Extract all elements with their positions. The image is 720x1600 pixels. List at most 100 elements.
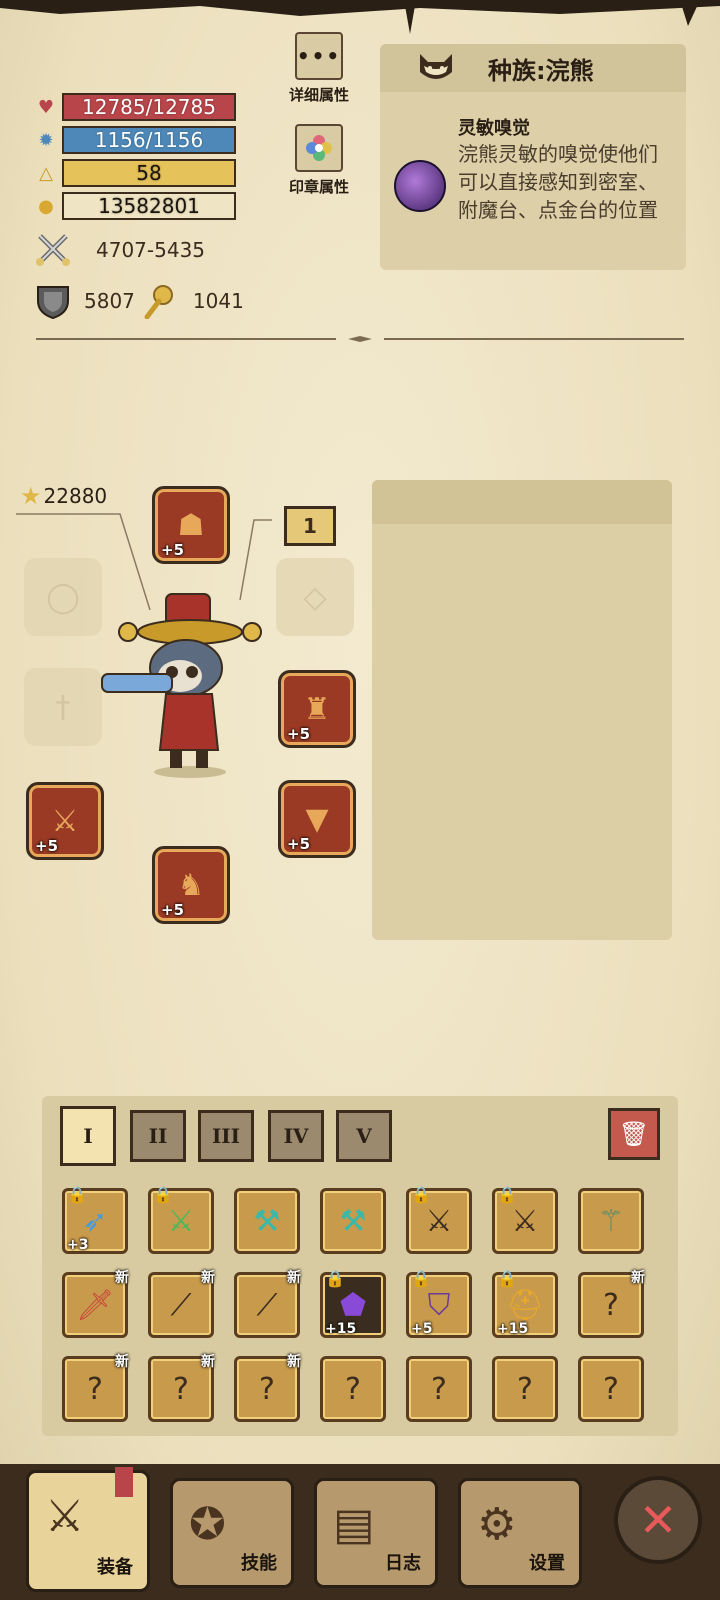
item-info-panel <box>372 480 672 940</box>
tab-bag-3-label: III <box>211 1124 241 1148</box>
attack-value: 4707-5435 <box>96 238 206 262</box>
inventory-panel: I II III IV V 🗑 ➶ 🔒 +3 ⚔ 🔒 ⚒ ⚒ ⚔ 🔒 ⚔ 🔒 ⚚… <box>42 1096 678 1436</box>
section-divider <box>36 336 684 342</box>
inventory-item[interactable]: ? 新 <box>234 1354 301 1422</box>
lock-icon: 🔒 <box>153 1185 173 1204</box>
inventory-item[interactable]: ➶ 🔒 +3 <box>62 1185 128 1254</box>
inventory-item[interactable]: ⚔ 🔒 <box>406 1185 472 1254</box>
nav-log[interactable]: ▤ 日志 <box>314 1478 438 1588</box>
detail-attributes-label: 详细属性 <box>288 86 349 104</box>
inventory-item[interactable]: ⛑ 🔒 +15 <box>492 1269 558 1338</box>
inventory-item[interactable]: ⚚ <box>578 1188 644 1254</box>
more-dots-icon: ••• <box>295 32 343 80</box>
nav-skills[interactable]: ✪ 技能 <box>170 1478 294 1588</box>
weapon-slot[interactable]: ⚔ +5 <box>26 782 104 860</box>
ring-slot[interactable]: ◯ <box>24 558 102 636</box>
gold-value: 13582801 <box>98 194 200 218</box>
level-bar: 58 <box>62 159 236 187</box>
tab-bag-2[interactable]: II <box>130 1110 186 1162</box>
mp-bar: 1156/1156 <box>62 126 236 154</box>
inventory-item[interactable]: ? <box>492 1356 558 1422</box>
inventory-item[interactable]: ⚒ <box>320 1188 386 1254</box>
nav-settings[interactable]: ⚙ 设置 <box>458 1478 582 1588</box>
legs-slot[interactable]: ▼ +5 <box>278 780 356 858</box>
inventory-item[interactable]: ⟋ 新 <box>234 1270 301 1338</box>
helmet-slot[interactable]: ☗ +5 <box>152 486 230 564</box>
heart-icon: ♥ <box>37 96 55 118</box>
raccoon-head-icon <box>420 54 452 79</box>
nav-equipment-label: 装备 <box>97 1557 133 1578</box>
inventory-item[interactable]: ? 新 <box>62 1354 129 1422</box>
tab-bag-3[interactable]: III <box>198 1110 254 1162</box>
inventory-item[interactable]: ⚒ <box>234 1188 300 1254</box>
helmet-enhance: +5 <box>161 541 185 559</box>
lock-icon: 🔒 <box>325 1269 345 1288</box>
tab-bag-4[interactable]: IV <box>268 1110 324 1162</box>
close-button[interactable]: ✕ <box>614 1476 702 1564</box>
item-enhance: +5 <box>411 1321 433 1337</box>
boots-slot[interactable]: ♞ +5 <box>152 846 230 924</box>
race-panel: 种族:浣熊 灵敏嗅觉 浣熊灵敏的嗅觉使他们可以直接感知到密室、附魔台、点金台的位… <box>380 44 686 270</box>
nav-settings-label: 设置 <box>529 1553 565 1574</box>
tab-bag-2-label: II <box>148 1124 168 1148</box>
inventory-item[interactable]: ? <box>578 1356 644 1422</box>
inventory-item[interactable]: ⬟ 🔒 +15 <box>320 1269 386 1338</box>
tab-bag-4-label: IV <box>283 1124 309 1148</box>
tab-bag-5[interactable]: V <box>336 1110 392 1162</box>
trash-button[interactable]: 🗑 <box>608 1108 660 1160</box>
crossed-swords-icon <box>36 234 70 266</box>
spiked-staff-item-icon: ⚚ <box>597 1203 625 1239</box>
level-row: △ 58 <box>34 158 236 188</box>
defense-value: 5807 <box>84 289 135 313</box>
new-badge: 新 <box>201 1270 215 1286</box>
new-badge: 新 <box>287 1270 301 1286</box>
seal-attributes-label: 印章属性 <box>288 178 349 196</box>
lock-icon: 🔒 <box>67 1185 87 1204</box>
inventory-item[interactable]: 🗡 新 <box>62 1270 129 1338</box>
teal-mace-item-icon: ⚒ <box>339 1203 367 1239</box>
bookmark-ribbon-icon <box>115 1467 133 1497</box>
race-title-text: 种族:浣熊 <box>488 56 594 85</box>
bottom-navigation: ⚔ 装备 ✪ 技能 ▤ 日志 ⚙ 设置 <box>0 1464 720 1600</box>
equip-count-value: 1 <box>303 514 317 538</box>
inventory-item[interactable]: ? <box>406 1356 472 1422</box>
item-info-header <box>372 480 672 524</box>
level-triangle-icon: △ <box>39 162 53 184</box>
inventory-item[interactable]: ? 新 <box>578 1270 645 1338</box>
item-enhance: +15 <box>325 1321 357 1337</box>
lock-icon: 🔒 <box>497 1269 517 1288</box>
legs-enhance: +5 <box>287 835 311 853</box>
equip-count-badge[interactable]: 1 <box>284 506 336 546</box>
seal-attributes-button[interactable]: 印章属性 <box>274 124 364 197</box>
trait-name: 灵敏嗅觉 <box>458 118 530 139</box>
necklace-slot[interactable]: ◇ <box>276 558 354 636</box>
defense-row: 5807 1041 <box>36 283 244 319</box>
gold-row: ● 13582801 <box>34 191 236 221</box>
inventory-item[interactable]: ⛉ 🔒 +5 <box>406 1269 472 1338</box>
journal-icon: ▤ <box>333 1499 375 1550</box>
sniff-trait-icon[interactable] <box>394 160 446 212</box>
inventory-item[interactable]: ⚔ 🔒 <box>148 1185 214 1254</box>
inventory-item[interactable]: ? <box>320 1356 386 1422</box>
inventory-item[interactable]: ⟋ 新 <box>148 1270 215 1338</box>
offhand-slot[interactable]: † <box>24 668 102 746</box>
skill-emblem-icon: ✪ <box>189 1499 226 1550</box>
hp-value: 12785/12785 <box>82 95 216 119</box>
mp-value: 1156/1156 <box>94 128 204 152</box>
gear-icon: ⚙ <box>477 1499 517 1550</box>
inventory-item[interactable]: ? 新 <box>148 1354 215 1422</box>
armor-enhance: +5 <box>287 725 311 743</box>
detail-attributes-button[interactable]: ••• 详细属性 <box>274 32 364 105</box>
lock-icon: 🔒 <box>411 1185 431 1204</box>
item-enhance: +15 <box>497 1321 529 1337</box>
gold-bar: 13582801 <box>62 192 236 220</box>
mp-row: ✹ 1156/1156 <box>34 125 236 155</box>
tab-bag-5-label: V <box>356 1124 372 1148</box>
tab-bag-1-label: I <box>83 1124 93 1148</box>
tab-bag-1[interactable]: I <box>60 1106 116 1166</box>
armor-slot[interactable]: ♜ +5 <box>278 670 356 748</box>
nav-equipment[interactable]: ⚔ 装备 <box>26 1467 150 1592</box>
inventory-item[interactable]: ⚔ 🔒 <box>492 1185 558 1254</box>
mana-icon: ✹ <box>38 129 54 151</box>
new-badge: 新 <box>287 1354 301 1370</box>
